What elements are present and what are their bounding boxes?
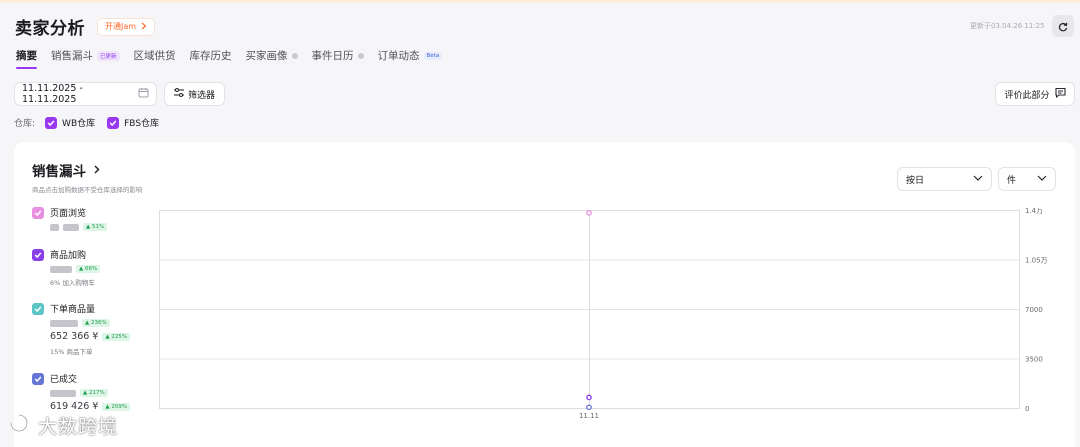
beta-badge: Beta (423, 51, 443, 60)
filter-label: 筛选器 (187, 90, 215, 101)
checkbox-checked-icon[interactable] (45, 116, 58, 129)
x-tick-label: 11.11 (579, 412, 599, 420)
checkbox-checked-icon[interactable] (107, 116, 120, 129)
y-tick-label: 7000 (1025, 306, 1043, 314)
refresh-icon (1058, 17, 1068, 36)
tab-order-dynamics[interactable]: 订单动态 Beta (378, 48, 443, 63)
y-tick-label: 1.4万 (1025, 208, 1043, 215)
watermark-logo-icon (8, 412, 32, 439)
update-timestamp: 更新于03.04.26 11:25 (970, 22, 1045, 30)
updated-badge: 已更新 (97, 50, 120, 61)
rate-section-button[interactable]: 评价此部分 (995, 82, 1075, 106)
data-point (586, 404, 592, 411)
metric-note: 15% 商品下单 (50, 348, 93, 356)
page-header: 卖家分析 开通Jam (15, 14, 156, 39)
unit-select[interactable]: 件 (998, 167, 1056, 191)
chevron-right-icon (141, 22, 147, 32)
hidden-value (50, 319, 78, 327)
money-value: 652 366 ¥ (50, 331, 99, 342)
section-tabs: 摘要 销售漏斗 已更新 区域供货 库存历史 买家画像 事件日历 订单动态 Beta (16, 48, 443, 69)
filter-sliders-icon (173, 88, 184, 100)
jam-button-label: 开通Jam (105, 22, 137, 31)
change-badge: ▲ 236% (82, 319, 110, 327)
date-range-value: 11.11.2025 - 11.11.2025 (22, 83, 83, 105)
change-badge: ▲ 225% (102, 332, 131, 341)
tab-regional-supply[interactable]: 区域供货 (134, 48, 176, 63)
chevron-right-icon (94, 162, 100, 178)
checkbox-checked-icon[interactable] (32, 372, 44, 385)
funnel-subtitle: 商品点击加购数据不受仓库选择的影响 (32, 186, 143, 194)
refresh-button[interactable] (1052, 15, 1074, 37)
y-tick-label: 0 (1025, 405, 1029, 413)
change-badge: ▲ 66% (76, 265, 101, 273)
change-badge: ▲ 51% (83, 223, 108, 231)
change-badge: ▲ 217% (80, 389, 108, 397)
hidden-value (50, 389, 76, 397)
warehouse-label: 仓库: (14, 119, 36, 129)
y-tick-label: 3500 (1025, 356, 1043, 364)
metric-note: 6% 加入购物车 (50, 279, 95, 287)
tab-summary[interactable]: 摘要 (16, 48, 37, 69)
jam-button[interactable]: 开通Jam (97, 17, 156, 36)
page-title: 卖家分析 (15, 19, 85, 39)
metric-add-to-cart[interactable]: 商品加购 ▲ 66% 6% 加入购物车 (32, 248, 152, 287)
metric-ordered-items[interactable]: 下单商品量 ▲ 236% 652 366 ¥ ▲ 225% 15% 商品下单 (32, 302, 152, 356)
y-tick-label: 1.05万 (1025, 257, 1048, 265)
tab-stock-history[interactable]: 库存历史 (190, 48, 232, 63)
data-point (586, 209, 592, 216)
tab-buyer-profile[interactable]: 买家画像 (246, 48, 298, 63)
metric-completed[interactable]: 已成交 ▲ 217% 619 426 ¥ ▲ 209% (32, 372, 152, 412)
change-badge: ▲ 209% (102, 402, 131, 411)
watermark: 大数跨境 (8, 412, 118, 439)
period-select[interactable]: 按日 (897, 167, 992, 191)
warehouse-option-fbs[interactable]: FBS仓库 (107, 116, 159, 129)
warehouse-option-wb[interactable]: WB仓库 (45, 116, 95, 129)
tab-sales-funnel[interactable]: 销售漏斗 已更新 (51, 48, 120, 63)
tab-event-calendar[interactable]: 事件日历 (312, 48, 364, 63)
filter-button[interactable]: 筛选器 (164, 82, 225, 106)
chevron-down-icon (1037, 174, 1047, 184)
chevron-down-icon (973, 174, 983, 184)
date-range-field[interactable]: 11.11.2025 - 11.11.2025 (14, 82, 157, 106)
money-value: 619 426 ¥ (50, 401, 99, 412)
data-point (586, 394, 592, 401)
top-accent-line (0, 0, 1080, 3)
metric-page-views[interactable]: 页面浏览 ▲ 51% (32, 206, 152, 231)
rate-section-label: 评价此部分 (1004, 90, 1050, 101)
info-dot-icon (357, 52, 364, 59)
checkbox-checked-icon[interactable] (32, 206, 44, 219)
calendar-icon (138, 87, 149, 101)
hidden-value (50, 223, 59, 231)
hidden-value (50, 265, 72, 273)
warehouse-filter: 仓库: WB仓库 FBS仓库 (14, 116, 165, 129)
checkbox-checked-icon[interactable] (32, 248, 44, 261)
funnel-line-chart: 1.4万 1.05万 7000 3500 0 11.11 (159, 208, 1048, 420)
feedback-icon (1054, 87, 1066, 101)
hidden-value (63, 223, 79, 231)
info-dot-icon (291, 52, 298, 59)
checkbox-checked-icon[interactable] (32, 302, 44, 315)
funnel-title[interactable]: 销售漏斗 (32, 160, 100, 180)
sales-funnel-card: 销售漏斗 商品点击加购数据不受仓库选择的影响 按日 件 页面浏览 ▲ 51% 商… (14, 142, 1075, 447)
